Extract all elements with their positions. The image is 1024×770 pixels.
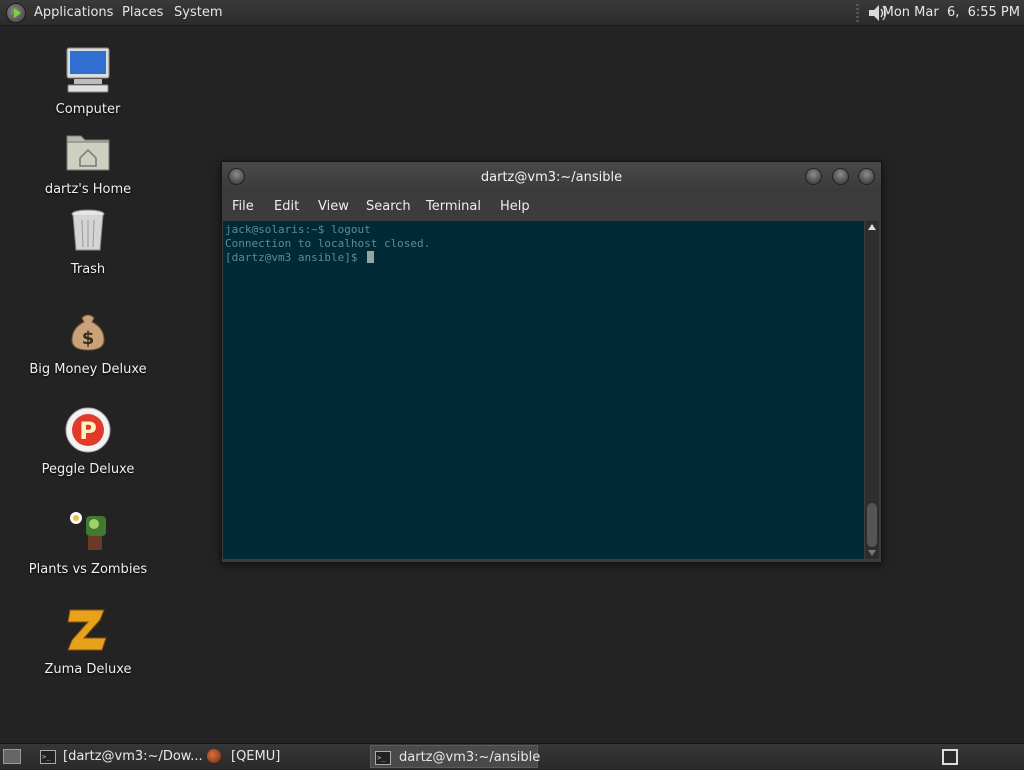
taskbar-item-downloads-terminal[interactable]: [dartz@vm3:~/Dow... <box>36 745 203 769</box>
minimize-icon[interactable] <box>805 168 822 185</box>
money-bag-icon: $ <box>71 314 105 351</box>
terminal-window[interactable]: dartz@vm3:~/ansible File Edit View Searc… <box>221 161 882 563</box>
bottom-panel: [dartz@vm3:~/Dow... [QEMU] dartz@vm3:~/a… <box>0 743 1024 770</box>
desktop-icon-home[interactable]: dartz's Home <box>18 126 158 197</box>
zuma-icon <box>67 609 107 651</box>
terminal-line: Connection to localhost closed. <box>225 237 431 250</box>
taskbar-item-qemu[interactable]: [QEMU] <box>204 745 364 768</box>
svg-text:$: $ <box>82 328 95 349</box>
terminal-icon <box>40 746 56 769</box>
qemu-icon <box>207 749 221 763</box>
trash-icon <box>71 209 105 251</box>
terminal-cursor <box>367 251 375 263</box>
window-title: dartz@vm3:~/ansible <box>480 170 623 185</box>
window-menu-icon[interactable] <box>228 168 245 185</box>
maximize-icon[interactable] <box>832 168 849 185</box>
desktop-icon-computer[interactable]: Computer <box>18 46 158 117</box>
menu-terminal[interactable]: Terminal <box>426 193 481 221</box>
terminal-icon <box>375 747 391 770</box>
desktop-icon-label: dartz's Home <box>44 182 132 197</box>
computer-icon <box>66 47 110 93</box>
peggle-icon: P <box>65 407 111 453</box>
scroll-down-arrow-icon[interactable] <box>868 550 876 556</box>
menu-applications[interactable]: Applications <box>34 0 113 25</box>
terminal-line: jack@solaris:~$ logout <box>225 223 371 236</box>
workspace-switcher-icon[interactable] <box>942 749 958 765</box>
menu-places[interactable]: Places <box>122 0 163 25</box>
desktop-icon-plants-zombies[interactable]: Plants vs Zombies <box>18 506 158 577</box>
menu-edit[interactable]: Edit <box>274 193 299 221</box>
terminal-scrollbar[interactable] <box>865 221 879 559</box>
desktop-icon-label: Zuma Deluxe <box>44 662 132 677</box>
scroll-up-arrow-icon[interactable] <box>868 224 876 230</box>
home-folder-icon <box>66 135 110 171</box>
scroll-thumb[interactable] <box>867 503 877 547</box>
taskbar-item-label: dartz@vm3:~/ansible <box>399 750 541 765</box>
menu-view[interactable]: View <box>318 193 349 221</box>
panel-separator <box>856 4 859 22</box>
desktop-icon-label: Big Money Deluxe <box>29 362 147 377</box>
menu-file[interactable]: File <box>232 193 254 221</box>
menu-help[interactable]: Help <box>500 193 530 221</box>
desktop-icon-peggle[interactable]: P Peggle Deluxe <box>18 406 158 477</box>
svg-text:P: P <box>79 417 97 445</box>
menu-search[interactable]: Search <box>366 193 411 221</box>
desktop-icon-zuma[interactable]: Zuma Deluxe <box>18 606 158 677</box>
plants-zombies-icon <box>70 512 106 550</box>
close-icon[interactable] <box>858 168 875 185</box>
desktop-icon-big-money[interactable]: $ Big Money Deluxe <box>18 306 158 377</box>
desktop-icon-label: Trash <box>70 262 106 277</box>
taskbar-item-label: [dartz@vm3:~/Dow... <box>63 749 203 764</box>
terminal-menubar: File Edit View Search Terminal Help <box>222 193 881 221</box>
taskbar-item-ansible-terminal[interactable]: dartz@vm3:~/ansible <box>370 745 541 770</box>
terminal-output[interactable]: jack@solaris:~$ logout Connection to loc… <box>223 221 864 559</box>
clock[interactable]: Mon Mar 6, 6:55 PM <box>883 0 1020 25</box>
desktop-icon-trash[interactable]: Trash <box>18 206 158 277</box>
terminal-prompt: [dartz@vm3 ansible]$ <box>225 251 365 264</box>
terminal-prompt-line: [dartz@vm3 ansible]$ <box>225 251 864 265</box>
desktop-icon-label: Plants vs Zombies <box>28 562 148 577</box>
menu-system[interactable]: System <box>174 0 222 25</box>
top-panel: Applications Places System Mon Mar 6, 6:… <box>0 0 1024 26</box>
desktop-icon-label: Computer <box>55 102 121 117</box>
taskbar-item-label: [QEMU] <box>231 749 281 764</box>
applications-logo-icon[interactable] <box>6 3 26 23</box>
window-titlebar[interactable]: dartz@vm3:~/ansible <box>222 162 881 193</box>
show-desktop-icon[interactable] <box>3 749 21 764</box>
desktop-icon-label: Peggle Deluxe <box>41 462 135 477</box>
